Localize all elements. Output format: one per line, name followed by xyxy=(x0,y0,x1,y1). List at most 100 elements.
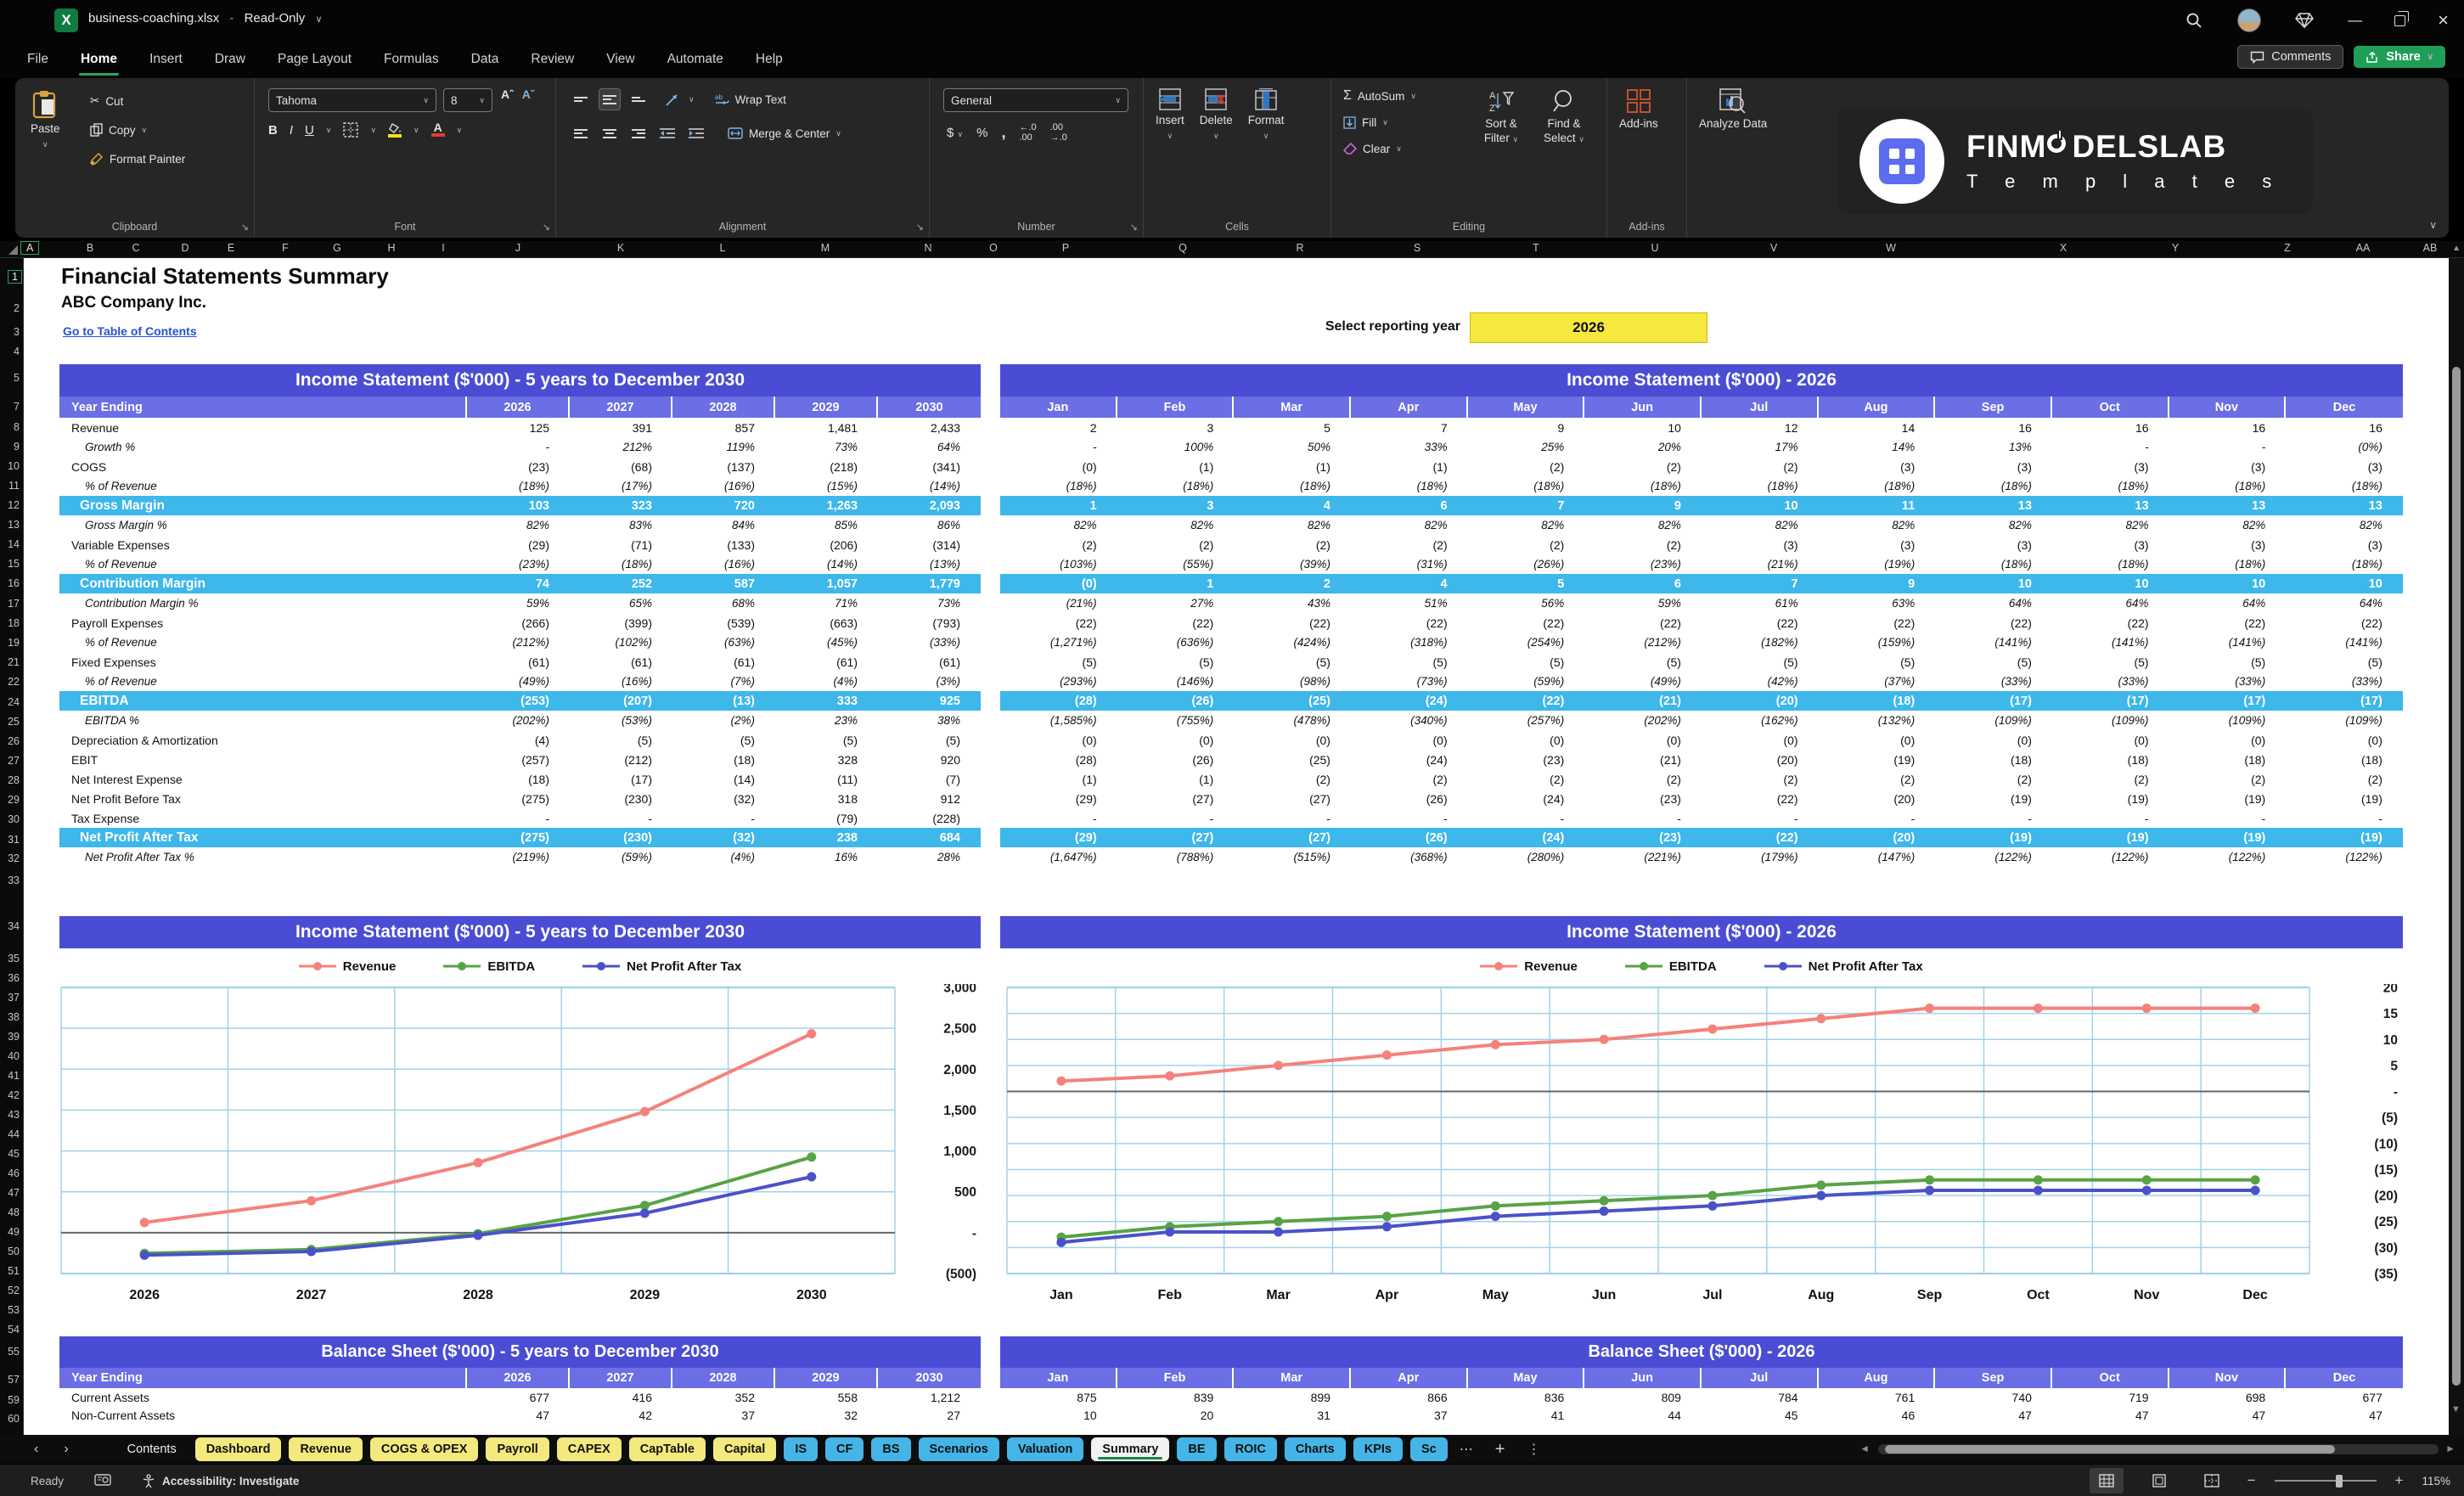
cell[interactable]: (1,585%) xyxy=(1000,714,1117,727)
cell[interactable]: (20) xyxy=(1702,695,1819,708)
row-header-8[interactable]: 8 xyxy=(14,421,20,433)
cell[interactable]: (32) xyxy=(672,792,775,806)
cell[interactable]: (71) xyxy=(570,538,672,552)
cell[interactable]: (4%) xyxy=(775,675,878,688)
cell[interactable]: 86% xyxy=(878,519,981,531)
cell[interactable]: (19) xyxy=(2052,792,2169,806)
sheet-tab-contents[interactable]: Contents xyxy=(116,1437,188,1461)
cell[interactable]: 65% xyxy=(570,597,672,610)
increase-font-icon[interactable]: Aˆ xyxy=(501,88,514,100)
page-break-view-button[interactable] xyxy=(2195,1468,2229,1493)
number-format-select[interactable]: General ∨ xyxy=(943,88,1128,112)
sheet-tab-summary[interactable]: Summary xyxy=(1091,1437,1170,1461)
more-sheets-icon[interactable]: ⋯ xyxy=(1460,1441,1473,1458)
column-header-J[interactable]: J xyxy=(515,242,520,254)
cell[interactable]: (2) xyxy=(1468,538,1585,552)
cell[interactable]: (788%) xyxy=(1117,851,1235,863)
cell[interactable]: (2) xyxy=(1351,538,1468,552)
cell[interactable]: (23%) xyxy=(1584,558,1702,571)
clear-button[interactable]: Clear ∨ xyxy=(1343,138,1416,160)
cell[interactable]: - xyxy=(2052,441,2169,453)
cell[interactable]: (266) xyxy=(467,616,570,630)
cell[interactable]: 10 xyxy=(1584,421,1702,435)
cell[interactable]: (22) xyxy=(2052,616,2169,630)
column-header-Y[interactable]: Y xyxy=(2172,242,2179,254)
cell[interactable]: 41 xyxy=(1468,1409,1585,1422)
cell[interactable]: (20) xyxy=(1819,831,1936,845)
cell[interactable]: (27) xyxy=(1234,792,1351,806)
row-header-36[interactable]: 36 xyxy=(8,972,20,984)
cell[interactable]: (1) xyxy=(1000,773,1117,786)
cell[interactable]: (109%) xyxy=(2169,714,2287,727)
underline-button[interactable]: U xyxy=(305,123,314,138)
cell[interactable]: (2) xyxy=(1702,460,1819,474)
cell[interactable]: (5) xyxy=(672,734,775,747)
cell[interactable]: 82% xyxy=(1117,519,1235,531)
cell[interactable]: (17) xyxy=(2169,695,2287,708)
row-header-7[interactable]: 7 xyxy=(14,401,20,413)
cell[interactable]: (257) xyxy=(467,753,570,767)
cell[interactable]: 68% xyxy=(672,597,775,610)
cell[interactable]: (26) xyxy=(1117,753,1235,767)
sheet-tab-valuation[interactable]: Valuation xyxy=(1006,1437,1084,1461)
cell[interactable]: (109%) xyxy=(1935,714,2052,727)
cell[interactable]: 13 xyxy=(1935,499,2052,513)
cell[interactable]: (18%) xyxy=(2169,480,2287,492)
sheet-tab-is[interactable]: IS xyxy=(784,1437,819,1461)
cell[interactable]: (254%) xyxy=(1468,636,1585,649)
cell[interactable]: 59% xyxy=(467,597,570,610)
cell[interactable]: 698 xyxy=(2169,1391,2287,1404)
comma-format-button[interactable]: , xyxy=(1001,124,1005,142)
cell[interactable]: (49%) xyxy=(467,675,570,688)
cell[interactable]: (16%) xyxy=(672,558,775,571)
column-header-O[interactable]: O xyxy=(989,242,998,254)
menu-tab-view[interactable]: View xyxy=(605,48,636,70)
cell[interactable]: (2) xyxy=(1000,538,1117,552)
sheet-tab-be[interactable]: BE xyxy=(1177,1437,1217,1461)
cell[interactable]: (206) xyxy=(775,538,878,552)
next-sheet-button[interactable]: › xyxy=(64,1442,68,1457)
cell[interactable]: 64% xyxy=(878,441,981,453)
insert-cells-button[interactable]: Insert ∨ xyxy=(1156,88,1184,141)
align-middle-icon[interactable] xyxy=(599,88,621,110)
cell[interactable]: (18) xyxy=(672,753,775,767)
cell[interactable]: 73% xyxy=(878,597,981,610)
cell[interactable]: 20% xyxy=(1584,441,1702,453)
cell[interactable]: (5) xyxy=(1117,655,1235,669)
row-header-5[interactable]: 5 xyxy=(14,372,20,384)
cell[interactable]: (61) xyxy=(775,655,878,669)
menu-tab-formulas[interactable]: Formulas xyxy=(382,48,441,70)
cell[interactable]: 1,263 xyxy=(775,499,878,513)
cell[interactable]: (341) xyxy=(878,460,981,474)
cell[interactable]: (22) xyxy=(1000,616,1117,630)
row-header-43[interactable]: 43 xyxy=(8,1109,20,1121)
cell[interactable]: (515%) xyxy=(1234,851,1351,863)
cell[interactable]: (207) xyxy=(570,695,672,708)
cell[interactable]: (2) xyxy=(1584,773,1702,786)
cell[interactable]: (253) xyxy=(467,695,570,708)
cell[interactable]: (228) xyxy=(878,812,981,825)
cell[interactable]: 1,481 xyxy=(775,421,878,435)
cell[interactable]: (2) xyxy=(1468,460,1585,474)
cell[interactable]: (24) xyxy=(1351,753,1468,767)
cell[interactable]: (219%) xyxy=(467,851,570,863)
font-dialog-launcher[interactable]: ↘ xyxy=(543,222,550,233)
cell[interactable]: (19) xyxy=(1935,831,2052,845)
cell[interactable]: 5 xyxy=(1234,421,1351,435)
cell[interactable]: - xyxy=(467,441,570,453)
cell[interactable]: 2,093 xyxy=(878,499,981,513)
column-header-M[interactable]: M xyxy=(821,242,830,254)
cell[interactable]: (3) xyxy=(1935,460,2052,474)
row-header-57[interactable]: 57 xyxy=(8,1374,20,1386)
cell[interactable]: 3 xyxy=(1117,499,1235,513)
cell[interactable]: 10 xyxy=(1000,1409,1117,1422)
cell[interactable]: (18%) xyxy=(1702,480,1819,492)
close-button[interactable]: × xyxy=(2438,9,2449,31)
cell[interactable]: 63% xyxy=(1819,597,1936,610)
cell[interactable]: (19) xyxy=(1819,753,1936,767)
legend-item[interactable]: Revenue xyxy=(1480,959,1578,974)
cell[interactable]: (26) xyxy=(1351,831,1468,845)
cell[interactable]: (3%) xyxy=(878,675,981,688)
cell[interactable]: (63%) xyxy=(672,636,775,649)
cell[interactable]: (109%) xyxy=(2286,714,2403,727)
